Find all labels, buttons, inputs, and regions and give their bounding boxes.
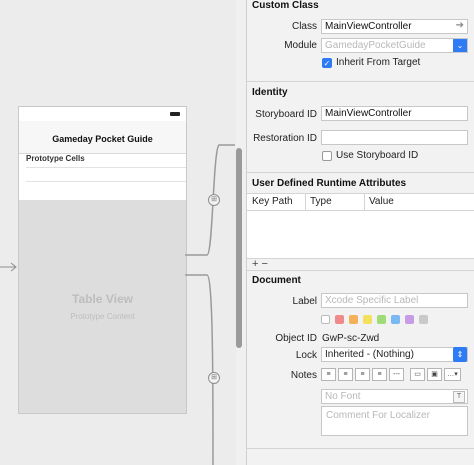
comment-field[interactable]: Comment For Localizer — [321, 406, 468, 436]
align-center-icon[interactable]: ≡ — [338, 368, 353, 381]
battery-icon — [170, 112, 180, 116]
udra-title: User Defined Runtime Attributes — [252, 178, 407, 189]
cell-separator — [26, 167, 186, 168]
label-color-swatches — [321, 315, 428, 324]
align-justify-icon[interactable]: ≡ — [372, 368, 387, 381]
swatch-none[interactable] — [321, 315, 330, 324]
col-value[interactable]: Value — [369, 196, 394, 207]
column-divider — [305, 194, 306, 210]
font-field[interactable]: No Font T — [321, 389, 468, 404]
swatch-green[interactable] — [377, 315, 386, 324]
restoration-id-label: Restoration ID — [253, 133, 317, 144]
class-field[interactable]: MainViewController ➔ — [321, 19, 468, 34]
align-left-icon[interactable]: ≡ — [321, 368, 336, 381]
label-label: Label — [292, 296, 317, 307]
swatch-red[interactable] — [335, 315, 344, 324]
cell-separator — [26, 181, 186, 182]
text-box-icon[interactable]: ▭ — [410, 368, 425, 381]
storyboard-id-label: Storyboard ID — [255, 109, 317, 120]
table-view-subtitle: Prototype Content — [70, 312, 135, 321]
chevron-updown-icon[interactable]: ⇕ — [453, 347, 467, 362]
inherit-label: Inherit From Target — [336, 57, 421, 68]
scene-view-controller[interactable]: Gameday Pocket Guide Prototype Cells Tab… — [18, 106, 187, 414]
notes-label: Notes — [290, 370, 317, 381]
lock-select[interactable]: Inherited - (Nothing) ⇕ — [321, 347, 468, 362]
udra-header: Key Path Type Value — [247, 194, 474, 211]
go-arrow-icon[interactable]: ➔ — [456, 20, 464, 32]
storyboard-id-field[interactable]: MainViewController — [321, 106, 468, 121]
navigation-bar[interactable]: Gameday Pocket Guide — [19, 121, 186, 154]
segue-lines — [185, 144, 235, 465]
divider — [247, 172, 474, 173]
lock-value: Inherited - (Nothing) — [325, 349, 414, 360]
identity-title: Identity — [252, 87, 288, 98]
col-type[interactable]: Type — [310, 196, 332, 207]
prototype-cells-label: Prototype Cells — [26, 154, 85, 163]
segue-icon[interactable]: ⊞ — [208, 372, 220, 384]
line-style-icon[interactable]: --- — [389, 368, 404, 381]
object-id-label: Object ID — [275, 333, 317, 344]
module-field[interactable]: GamedayPocketGuide ⌄ — [321, 38, 468, 53]
column-divider — [364, 194, 365, 210]
udra-table[interactable]: Key Path Type Value — [247, 193, 474, 259]
table-view[interactable]: Table View Prototype Content — [19, 200, 186, 413]
inherit-checkbox[interactable]: ✓ — [322, 58, 332, 68]
divider — [247, 81, 474, 82]
more-options-icon[interactable]: …▾ — [444, 368, 461, 381]
storyboard-canvas[interactable]: Gameday Pocket Guide Prototype Cells Tab… — [0, 0, 236, 465]
table-view-title: Table View — [72, 292, 133, 306]
canvas-scrollbar[interactable] — [236, 148, 242, 348]
font-picker-icon[interactable]: T — [453, 391, 465, 403]
notes-toolbar: ≡ ≡ ≡ ≡ --- ▭ ▣ …▾ — [321, 368, 461, 381]
align-right-icon[interactable]: ≡ — [355, 368, 370, 381]
swatch-purple[interactable] — [405, 315, 414, 324]
swatch-gray[interactable] — [419, 315, 428, 324]
divider — [247, 270, 474, 271]
object-id-value: GwP-sc-Zwd — [322, 333, 380, 344]
divider — [247, 448, 474, 449]
module-label: Module — [284, 40, 317, 51]
custom-class-title: Custom Class — [252, 0, 319, 11]
image-icon[interactable]: ▣ — [427, 368, 442, 381]
swatch-orange[interactable] — [349, 315, 358, 324]
add-remove-buttons[interactable]: + − — [252, 258, 268, 270]
nav-title: Gameday Pocket Guide — [52, 134, 153, 144]
use-storyboard-id-label: Use Storyboard ID — [336, 150, 419, 161]
col-key-path[interactable]: Key Path — [252, 196, 293, 207]
use-storyboard-id-checkbox[interactable] — [322, 151, 332, 161]
class-label: Class — [291, 21, 317, 32]
swatch-blue[interactable] — [391, 315, 400, 324]
document-title: Document — [252, 275, 301, 286]
module-placeholder: GamedayPocketGuide — [325, 40, 426, 51]
lock-label: Lock — [295, 350, 317, 361]
swatch-yellow[interactable] — [363, 315, 372, 324]
segue-icon[interactable]: ⊞ — [208, 194, 220, 206]
chevron-down-icon[interactable]: ⌄ — [453, 39, 467, 52]
label-field[interactable]: Xcode Specific Label — [321, 293, 468, 308]
font-placeholder: No Font — [325, 391, 361, 402]
identity-inspector: Custom Class Class MainViewController ➔ … — [247, 0, 474, 465]
class-value: MainViewController — [325, 21, 412, 32]
entry-point-arrow-icon[interactable] — [0, 262, 18, 272]
restoration-id-field[interactable] — [321, 130, 468, 145]
